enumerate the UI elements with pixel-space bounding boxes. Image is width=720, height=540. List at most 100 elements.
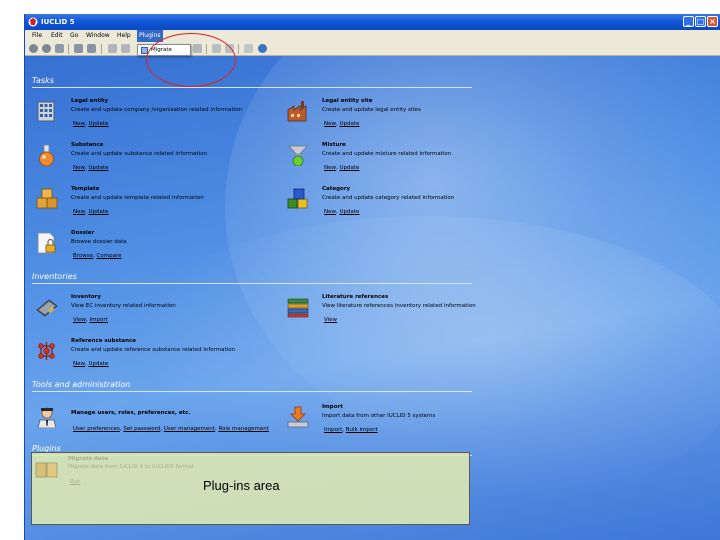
tool-title: Import — [322, 404, 343, 410]
plugins-area: Migrate data Migrate data from IUCLID 4 … — [31, 452, 470, 525]
tool-manage-users: Manage users, roles, preferences, etc. U… — [35, 404, 295, 444]
task-description: Browse dossier data — [71, 239, 127, 245]
tool-import: Import Import data from other IUCLID 5 s… — [286, 404, 526, 444]
plugin-description: Migrate data from IUCLID 4 to IUCLID5 fo… — [68, 464, 195, 470]
task-description: Create and update company /organisation … — [71, 107, 243, 113]
menu-help[interactable]: Help — [115, 30, 133, 42]
inventory-description: Create and update reference substance re… — [71, 347, 236, 353]
inventory-title: Inventory — [71, 294, 101, 300]
task-description: Create and update template related infor… — [71, 195, 204, 201]
link-new-template[interactable]: New — [73, 209, 85, 215]
link-new-legal-entity[interactable]: New — [73, 121, 85, 127]
task-description: Create and update mixture related inform… — [322, 151, 452, 157]
link-new-category[interactable]: New — [324, 209, 336, 215]
task-description: Create and update substance related info… — [71, 151, 208, 157]
boxes-icon — [36, 188, 58, 209]
copy-icon[interactable] — [121, 44, 130, 53]
link-update-template[interactable]: Update — [89, 209, 109, 215]
task-title: Legal entity — [71, 98, 109, 104]
molecule-icon — [38, 342, 55, 360]
plugin-title: Migrate data — [68, 456, 108, 462]
toolbar-separator — [238, 44, 239, 54]
link-view-literature[interactable]: View — [324, 317, 337, 323]
link-update-legal-entity-site[interactable]: Update — [340, 121, 360, 127]
task-template: Template Create and update template rela… — [35, 186, 275, 226]
link-view-inventory[interactable]: View — [73, 317, 86, 323]
task-title: Substance — [71, 142, 104, 148]
menu-bar: File Edit Go Window Help Plugins — [25, 30, 720, 42]
back-icon[interactable] — [29, 44, 38, 53]
plugins-area-caption: Plug-ins area — [203, 478, 280, 493]
link-compare-dossier[interactable]: Compare — [97, 253, 122, 259]
inventory-title: Reference substance — [71, 338, 136, 344]
task-legal-entity-site: Legal entity site Create and update lega… — [286, 98, 526, 138]
link-new-mixture[interactable]: New — [324, 165, 336, 171]
maximize-icon[interactable]: □ — [695, 16, 706, 27]
app-logo-icon — [28, 17, 38, 27]
save-all-icon[interactable] — [87, 44, 96, 53]
inventory-description: View literature references inventory rel… — [322, 303, 476, 309]
task-title: Template — [71, 186, 100, 192]
link-browse-dossier[interactable]: Browse — [73, 253, 93, 259]
link-update-category[interactable]: Update — [340, 209, 360, 215]
cubes-icon — [287, 188, 308, 209]
dossier-lock-icon — [37, 232, 56, 254]
task-description: Create and update legal entity sites — [322, 107, 421, 113]
toolbar — [25, 42, 720, 56]
task-description: Create and update category related infor… — [322, 195, 455, 201]
link-bulk-import[interactable]: Bulk import — [346, 427, 378, 433]
task-substance: Substance Create and update substance re… — [35, 142, 275, 182]
save-icon[interactable] — [74, 44, 83, 53]
link-user-management[interactable]: User management — [164, 426, 215, 432]
forward-icon[interactable] — [42, 44, 51, 53]
task-dossier: Dossier Browse dossier data Browse, Comp… — [35, 230, 275, 270]
report-icon[interactable] — [244, 44, 253, 53]
link-set-password[interactable]: Set password — [123, 426, 160, 432]
factory-icon — [287, 101, 307, 122]
link-update-reference-substance[interactable]: Update — [89, 361, 109, 367]
migrate-data-icon — [35, 462, 58, 478]
building-icon — [37, 101, 55, 122]
flask-icon — [39, 144, 54, 166]
application-window: IUCLID 5 _ □ × File Edit Go Window Help … — [24, 14, 720, 540]
task-legal-entity: Legal entity Create and update company /… — [35, 98, 275, 138]
link-new-legal-entity-site[interactable]: New — [324, 121, 336, 127]
link-update-substance[interactable]: Update — [89, 165, 109, 171]
help-icon[interactable] — [258, 44, 267, 53]
link-import[interactable]: Import — [324, 427, 342, 433]
highlight-circle — [146, 33, 236, 87]
link-role-management[interactable]: Role management — [218, 426, 268, 432]
link-user-preferences[interactable]: User preferences — [73, 426, 120, 432]
task-category: Category Create and update category rela… — [286, 186, 526, 226]
link-new-reference-substance[interactable]: New — [73, 361, 85, 367]
link-import-inventory[interactable]: Import — [90, 317, 108, 323]
home-icon[interactable] — [55, 44, 64, 53]
close-icon[interactable]: × — [707, 16, 718, 27]
menu-go[interactable]: Go — [68, 30, 80, 42]
inventory-title: Literature references — [322, 294, 389, 300]
tool-title: Manage users, roles, preferences, etc. — [71, 410, 191, 416]
link-update-legal-entity[interactable]: Update — [89, 121, 109, 127]
task-title: Legal entity site — [322, 98, 373, 104]
menu-edit[interactable]: Edit — [49, 30, 65, 42]
inventory-book-icon — [36, 299, 58, 317]
link-update-mixture[interactable]: Update — [340, 165, 360, 171]
mixture-icon — [288, 145, 308, 166]
section-title-inventories: Inventories — [32, 272, 472, 284]
books-icon — [287, 298, 309, 318]
task-panel: Tasks Legal entity Create and update com… — [25, 56, 720, 540]
task-title: Mixture — [322, 142, 346, 148]
edit-icon[interactable] — [108, 44, 117, 53]
menu-file[interactable]: File — [30, 30, 44, 42]
link-new-substance[interactable]: New — [73, 165, 85, 171]
title-bar[interactable]: IUCLID 5 _ □ × — [25, 14, 720, 30]
tool-description: Import data from other IUCLID 5 systems — [322, 413, 436, 419]
task-title: Category — [322, 186, 351, 192]
minimize-icon[interactable]: _ — [683, 16, 694, 27]
menu-window[interactable]: Window — [84, 30, 112, 42]
window-title: IUCLID 5 — [41, 18, 75, 26]
inventory-reference-substance: Reference substance Create and update re… — [35, 338, 275, 378]
user-admin-icon — [37, 407, 57, 428]
link-run-migrate[interactable]: Run — [70, 479, 81, 485]
inventory-inventory: Inventory View EC inventory related info… — [35, 294, 275, 334]
